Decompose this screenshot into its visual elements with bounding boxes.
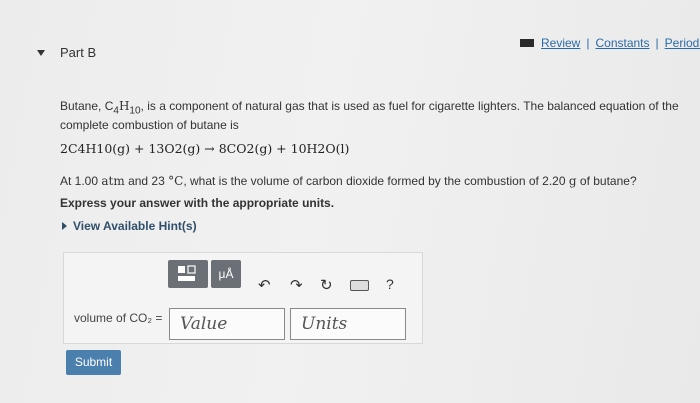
periodic-table-link[interactable]: Periodic Ta <box>665 36 700 50</box>
answer-label: volume of CO₂ = <box>74 311 163 325</box>
formula-element: H <box>118 99 130 113</box>
value-input[interactable]: Value <box>169 308 285 340</box>
conditions-text: , what is the volume of carbon dioxide f… <box>183 174 566 188</box>
undo-icon[interactable]: ↶ <box>258 276 271 294</box>
conditions-text: and 23 <box>128 174 165 188</box>
conditions-text: At 1.00 <box>60 174 99 188</box>
mass-unit: g <box>568 174 577 188</box>
collapse-caret-icon[interactable] <box>37 50 45 56</box>
question-body: , is a component of natural gas that is … <box>60 99 679 133</box>
link-separator: | <box>586 36 590 50</box>
constants-link[interactable]: Constants <box>595 36 649 50</box>
header-links: Review | Constants | Periodic Ta <box>520 36 700 50</box>
units-button[interactable]: μÅ <box>211 260 241 288</box>
help-button[interactable]: ? <box>386 276 394 292</box>
view-hints-toggle[interactable]: View Available Hint(s) <box>62 219 197 233</box>
question-intro: Butane, C <box>60 99 114 113</box>
redo-icon[interactable]: ↷ <box>290 276 303 294</box>
reset-icon[interactable]: ↻ <box>320 276 333 294</box>
templates-icon <box>178 265 196 281</box>
submit-button[interactable]: Submit <box>66 350 121 375</box>
question-text: Butane, C4H10, is a component of natural… <box>60 99 685 132</box>
pressure-unit: atm <box>101 174 125 188</box>
units-input[interactable]: Units <box>290 308 406 340</box>
review-link[interactable]: Review <box>541 36 580 50</box>
templates-button[interactable] <box>168 260 208 288</box>
temperature-unit: °C <box>168 174 184 188</box>
part-title: Part B <box>60 45 97 60</box>
formula-subscript: 10 <box>129 105 141 117</box>
balanced-equation: 2C4H10(g) + 13O2(g) → 8CO2(g) + 10H2O(l) <box>60 141 350 156</box>
conditions-text: of butane? <box>579 174 637 188</box>
document-icon <box>520 39 534 47</box>
question-conditions: At 1.00 atm and 23 °C, what is the volum… <box>60 174 637 188</box>
link-separator: | <box>655 36 659 50</box>
expand-triangle-icon <box>62 222 67 230</box>
instruction: Express your answer with the appropriate… <box>60 196 335 210</box>
keyboard-icon[interactable] <box>350 280 369 291</box>
hints-label: View Available Hint(s) <box>73 219 197 233</box>
